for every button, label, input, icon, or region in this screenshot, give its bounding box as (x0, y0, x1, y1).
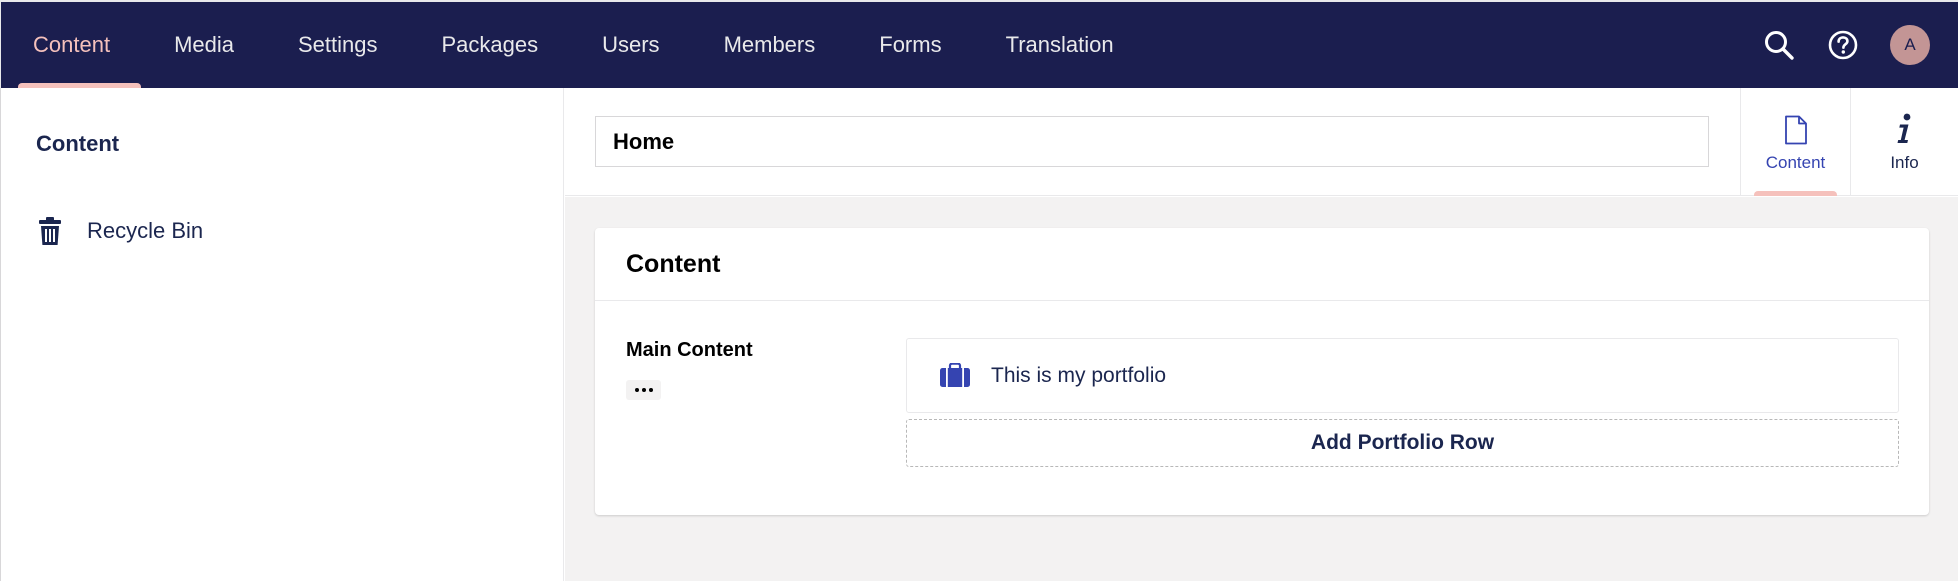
property-actions-button[interactable] (626, 380, 661, 400)
block-label: This is my portfolio (991, 363, 1167, 387)
section-nav: Content Media Settings Packages Users Me… (1, 2, 1146, 88)
section-tab-users[interactable]: Users (570, 2, 691, 88)
section-tab-members[interactable]: Members (692, 2, 848, 88)
user-avatar[interactable]: A (1890, 25, 1930, 65)
section-tab-forms[interactable]: Forms (847, 2, 973, 88)
editor-body: Content Main Content This is my portfoli… (565, 197, 1958, 581)
section-tab-media[interactable]: Media (142, 2, 266, 88)
section-tab-settings[interactable]: Settings (266, 2, 410, 88)
content-name-input[interactable] (595, 116, 1709, 167)
editor-header: Content Info (565, 88, 1958, 196)
block-list-item[interactable]: This is my portfolio (906, 338, 1899, 413)
property-group-panel: Content Main Content This is my portfoli… (595, 228, 1929, 515)
trash-icon (39, 216, 63, 246)
app-tab-info[interactable]: Info (1850, 88, 1958, 196)
top-bar: Content Media Settings Packages Users Me… (0, 0, 1958, 88)
tree-root-label[interactable]: Content (36, 131, 119, 157)
app-tab-content[interactable]: Content (1740, 88, 1850, 196)
help-button[interactable] (1826, 28, 1860, 62)
briefcase-icon (940, 362, 972, 389)
search-icon (1765, 31, 1794, 60)
tree-item-recycle-bin[interactable]: Recycle Bin (39, 216, 203, 246)
add-portfolio-row-button[interactable]: Add Portfolio Row (906, 419, 1899, 467)
search-button[interactable] (1762, 28, 1796, 62)
content-apps: Content Info (1740, 88, 1958, 196)
tree-item-label: Recycle Bin (87, 218, 204, 243)
section-tab-translation[interactable]: Translation (974, 2, 1146, 88)
header-tools: A (1762, 2, 1958, 88)
document-icon (1784, 111, 1808, 145)
ellipsis-dot (648, 388, 653, 392)
section-tab-packages[interactable]: Packages (409, 2, 570, 88)
content-tree: Content Recycle Bin (0, 88, 564, 581)
group-title: Content (595, 228, 1929, 301)
help-icon (1828, 30, 1858, 60)
app-tab-label: Info (1890, 153, 1919, 172)
info-icon (1896, 111, 1914, 145)
property-label: Main Content (626, 339, 753, 361)
ellipsis-dot (641, 388, 646, 392)
app-tab-label: Content (1765, 153, 1826, 172)
section-tab-content[interactable]: Content (1, 2, 142, 88)
ellipsis-dot (634, 388, 639, 392)
